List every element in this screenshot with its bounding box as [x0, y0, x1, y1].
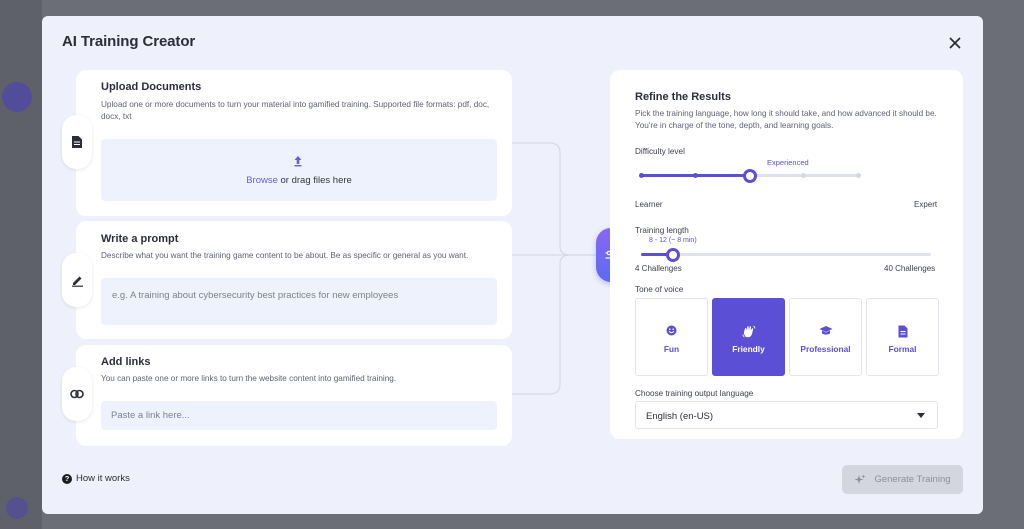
upload-title: Upload Documents	[101, 81, 202, 93]
how-it-works-link[interactable]: ? How it works	[62, 473, 130, 484]
length-min-label: 4 Challenges	[635, 264, 682, 273]
ai-training-creator-modal: AI Training Creator Upload Documents Upl…	[42, 16, 983, 514]
prompt-textarea[interactable]: e.g. A training about cybersecurity best…	[101, 278, 497, 325]
upload-arrow-icon	[294, 156, 302, 167]
chevron-down-icon	[917, 413, 925, 418]
tone-option-formal[interactable]: Formal	[866, 298, 939, 376]
dropzone-text: Browse or drag files here	[101, 175, 497, 186]
tone-option-professional[interactable]: Professional	[789, 298, 862, 376]
language-value: English (en-US)	[646, 411, 714, 422]
question-icon: ?	[62, 473, 72, 484]
how-it-works-label: How it works	[76, 473, 130, 484]
language-label: Choose training output language	[635, 389, 754, 398]
length-slider-thumb[interactable]	[665, 247, 680, 262]
tone-label-professional: Professional	[800, 344, 851, 354]
smile-icon	[666, 325, 677, 336]
sparkle-icon	[854, 474, 866, 484]
tone-label-formal: Formal	[888, 344, 917, 354]
links-description: You can paste one or more links to turn …	[101, 374, 397, 383]
tone-label: Tone of voice	[635, 285, 684, 294]
prompt-title: Write a prompt	[101, 233, 179, 245]
language-select[interactable]: English (en-US)	[635, 401, 938, 429]
link-input[interactable]: Paste a link here...	[101, 401, 497, 430]
tone-label-friendly: Friendly	[732, 344, 765, 354]
drag-files-text: or drag files here	[277, 175, 352, 186]
generate-training-button[interactable]: Generate Training	[842, 465, 963, 494]
length-value-label: 8 - 12 (~ 8 min)	[649, 237, 697, 244]
tone-option-friendly[interactable]: Friendly	[712, 298, 785, 376]
difficulty-label: Difficulty level	[635, 147, 685, 156]
length-max-label: 40 Challenges	[884, 264, 936, 273]
prompt-description: Describe what you want the training game…	[101, 251, 469, 260]
generate-training-label: Generate Training	[874, 474, 951, 485]
browse-link[interactable]: Browse	[246, 175, 278, 186]
graduation-cap-icon	[819, 326, 832, 335]
links-side-badge	[62, 367, 92, 421]
length-label: Training length	[635, 226, 689, 235]
add-links-card: Add links You can paste one or more link…	[62, 345, 512, 446]
difficulty-slider-thumb[interactable]	[742, 168, 757, 183]
links-title: Add links	[101, 356, 151, 368]
write-prompt-card: Write a prompt Describe what you want th…	[62, 221, 512, 339]
backdrop-avatar	[2, 82, 32, 112]
refine-results-panel: Refine the Results Pick the training lan…	[610, 70, 963, 439]
difficulty-current-label: Experienced	[767, 158, 809, 167]
file-dropzone[interactable]: Browse or drag files here	[101, 139, 497, 201]
link-icon	[70, 389, 84, 399]
tone-label-fun: Fun	[663, 344, 680, 354]
pencil-icon	[71, 276, 83, 287]
difficulty-step-dot	[855, 173, 861, 178]
document-icon	[898, 325, 907, 338]
difficulty-step-dot	[801, 173, 807, 178]
document-icon	[72, 136, 82, 148]
backdrop-sidebar	[0, 0, 42, 529]
difficulty-min-label: Learner	[635, 200, 663, 209]
refine-description: Pick the training language, how long it …	[635, 109, 937, 130]
refine-title: Refine the Results	[635, 91, 731, 103]
tone-option-fun[interactable]: Fun	[635, 298, 708, 376]
difficulty-step-dot	[692, 173, 698, 178]
difficulty-max-label: Expert	[914, 200, 938, 209]
difficulty-step-dot	[638, 173, 644, 178]
backdrop-avatar	[6, 497, 28, 519]
prompt-side-badge	[62, 253, 92, 307]
wave-hand-icon	[741, 325, 755, 338]
upload-side-badge	[62, 115, 92, 169]
length-track	[641, 253, 931, 256]
upload-description: Upload one or more documents to turn you…	[101, 100, 490, 121]
upload-documents-card: Upload Documents Upload one or more docu…	[62, 70, 512, 216]
